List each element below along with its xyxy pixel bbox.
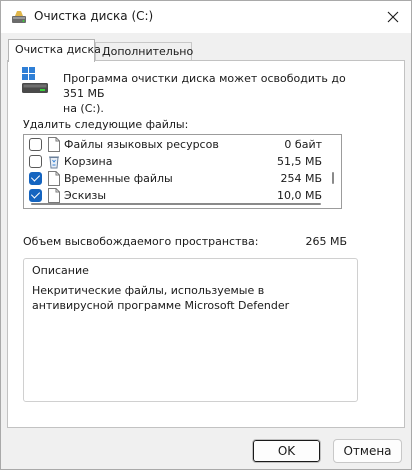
horizontal-scrollbar[interactable]: [24, 202, 326, 206]
window-title: Очистка диска (C:): [34, 9, 154, 23]
file-icon: [48, 188, 60, 203]
list-item[interactable]: Файлы языковых ресурсов 0 байт: [24, 136, 326, 153]
freed-space-value: 265 МБ: [305, 235, 347, 248]
intro-line-2: на (C:).: [63, 102, 104, 115]
checkbox-recycle-bin[interactable]: [29, 155, 42, 168]
title-bar: Очистка диска (C:): [1, 1, 411, 33]
tab-bar: Очистка диска Дополнительно: [8, 39, 404, 62]
tab-panel: Программа очистки диска может освободить…: [7, 60, 405, 428]
disk-cleanup-window: Очистка диска (C:) Очистка диска Дополни…: [0, 0, 412, 470]
file-icon: [48, 137, 60, 152]
scrollbar-thumb[interactable]: [31, 203, 321, 205]
file-size: 10,0 МБ: [276, 189, 322, 202]
recycle-bin-icon: [49, 156, 59, 169]
list-item[interactable]: Временные файлы 254 МБ: [24, 170, 326, 187]
description-title: Описание: [32, 264, 89, 277]
checkbox-thumbnails[interactable]: [29, 189, 42, 202]
checkbox-language-files[interactable]: [29, 138, 42, 151]
file-size: 51,5 МБ: [276, 155, 322, 168]
tab-more-options[interactable]: Дополнительно: [95, 42, 193, 61]
cancel-button[interactable]: Отмена: [333, 439, 402, 463]
checkbox-temp-files[interactable]: [29, 172, 42, 185]
file-name: Корзина: [64, 155, 113, 168]
tab-disk-cleanup[interactable]: Очистка диска: [8, 39, 101, 62]
file-list[interactable]: Файлы языковых ресурсов 0 байт Корзина 5…: [23, 134, 342, 209]
drive-icon: [22, 67, 48, 93]
disk-cleanup-icon: [12, 11, 26, 23]
file-icon: [48, 171, 60, 186]
file-size: 0 байт: [284, 138, 322, 151]
ok-button[interactable]: OK: [252, 439, 321, 463]
description-group: Описание Некритические файлы, используем…: [23, 258, 358, 402]
file-name: Эскизы: [64, 189, 107, 202]
list-item[interactable]: Корзина 51,5 МБ: [24, 153, 326, 170]
intro-text: Программа очистки диска может освободить…: [63, 71, 363, 116]
freed-space-label: Объем высвобождаемого пространства:: [23, 235, 259, 248]
vertical-scrollbar[interactable]: [325, 135, 341, 208]
file-name: Файлы языковых ресурсов: [64, 138, 219, 151]
close-button[interactable]: [375, 1, 411, 33]
description-text: Некритические файлы, используемые в анти…: [32, 284, 290, 312]
delete-files-label: Удалить следующие файлы:: [23, 118, 189, 131]
file-name: Временные файлы: [64, 172, 173, 185]
file-size: 254 МБ: [280, 172, 322, 185]
intro-line-1: Программа очистки диска может освободить…: [63, 72, 346, 100]
scrollbar-thumb[interactable]: [332, 172, 334, 184]
close-icon: [387, 11, 399, 23]
